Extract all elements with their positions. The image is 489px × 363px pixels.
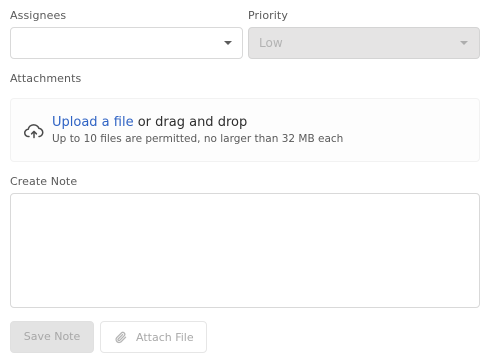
chevron-down-icon [224,41,232,45]
create-note-label: Create Note [10,175,78,188]
paperclip-icon [115,331,127,344]
priority-value: Low [259,36,283,50]
dropzone-hint: Up to 10 files are permitted, no larger … [52,133,344,145]
dropzone-instructions: Upload a file or drag and drop [52,115,247,130]
save-note-button[interactable]: Save Note [10,321,94,353]
assignees-label: Assignees [10,9,67,22]
chevron-down-icon [460,41,468,45]
attachments-label: Attachments [10,72,82,85]
task-details-form: Assignees Priority Low Attachments Uploa… [0,0,489,363]
priority-select[interactable]: Low [248,27,480,59]
attach-file-label: Attach File [136,331,194,344]
priority-label: Priority [248,9,288,22]
assignees-select[interactable] [10,27,243,59]
note-textarea[interactable] [10,193,480,308]
upload-file-link[interactable]: Upload a file [52,115,134,130]
file-dropzone[interactable]: Upload a file or drag and drop Up to 10 … [10,98,480,162]
cloud-upload-icon [24,124,44,139]
attach-file-button[interactable]: Attach File [100,321,207,353]
drag-drop-text: or drag and drop [133,115,248,130]
